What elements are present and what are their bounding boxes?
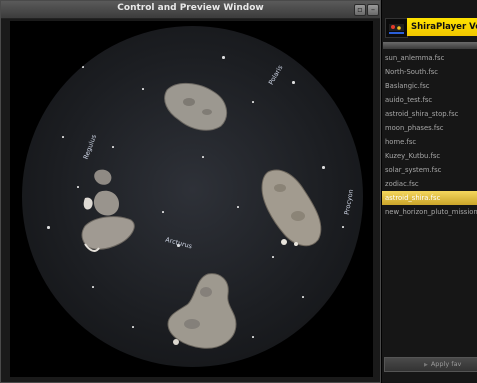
file-list-item[interactable]: astroid_shira_stop.fsc (382, 107, 477, 121)
star (302, 296, 304, 298)
star (62, 136, 64, 138)
sidebar-header: ShiraPlayer Vers (382, 15, 477, 41)
star (292, 81, 295, 84)
star (342, 226, 344, 228)
file-list-item[interactable]: Kuzey_Kutbu.fsc (382, 149, 477, 163)
asteroid-cluster (81, 169, 135, 252)
play-arrow-icon: ▶ (424, 362, 428, 368)
sky-preview[interactable]: Polaris Procyon Arcturus Regulus (10, 21, 373, 377)
asteroid-bottom (167, 273, 237, 349)
file-list-item[interactable]: Baslangic.fsc (382, 79, 477, 93)
preview-window: Control and Preview Window ▫ – Polaris P… (0, 0, 381, 383)
file-list-item[interactable]: moon_phases.fsc (382, 121, 477, 135)
star-label-procyon: Procyon (342, 188, 356, 216)
file-list-item[interactable]: solar_system.fsc (382, 163, 477, 177)
star (92, 286, 94, 288)
app-logo-icon (385, 18, 408, 38)
star (252, 336, 254, 338)
star (47, 226, 50, 229)
preview-titlebar[interactable]: Control and Preview Window ▫ – (1, 1, 380, 19)
file-list-item[interactable]: astroid_shira.fsc (382, 191, 477, 205)
star (237, 206, 239, 208)
apply-favorites-button[interactable]: ▶ Apply fav (384, 357, 477, 372)
star (82, 66, 84, 68)
asteroid-top (164, 83, 228, 131)
close-icon[interactable]: – (367, 4, 379, 16)
file-list: sun_anlemma.fsc North-South.fsc Baslangic.… (382, 51, 477, 351)
file-list-item[interactable]: sun_anlemma.fsc (382, 51, 477, 65)
file-list-item[interactable]: auido_test.fsc (382, 93, 477, 107)
star-label-polaris: Polaris (266, 63, 285, 87)
star (112, 146, 114, 148)
star (272, 256, 274, 258)
apply-button-label: Apply fav (430, 360, 462, 368)
star (202, 156, 204, 158)
star (252, 101, 254, 103)
file-list-item[interactable]: new_horizon_pluto_mission.fsc (382, 205, 477, 219)
fisheye-dome[interactable]: Polaris Procyon Arcturus Regulus (22, 26, 363, 367)
star (132, 326, 134, 328)
app-name: ShiraPlayer Vers (407, 18, 477, 36)
sidebar-divider (383, 42, 477, 49)
star (162, 211, 164, 213)
window-title: Control and Preview Window (117, 3, 264, 13)
file-list-item[interactable]: zodiac.fsc (382, 177, 477, 191)
restore-icon[interactable]: ▫ (354, 4, 366, 16)
star-label-regulus: Regulus (81, 133, 99, 161)
file-list-item[interactable]: North-South.fsc (382, 65, 477, 79)
asteroid-right (261, 169, 322, 247)
star-label-arcturus: Arcturus (164, 235, 193, 251)
star (142, 88, 144, 90)
star (222, 56, 225, 59)
playlist-sidebar: ShiraPlayer Vers sun_anlemma.fscNorth-So… (381, 0, 477, 383)
file-list-item[interactable]: home.fsc (382, 135, 477, 149)
